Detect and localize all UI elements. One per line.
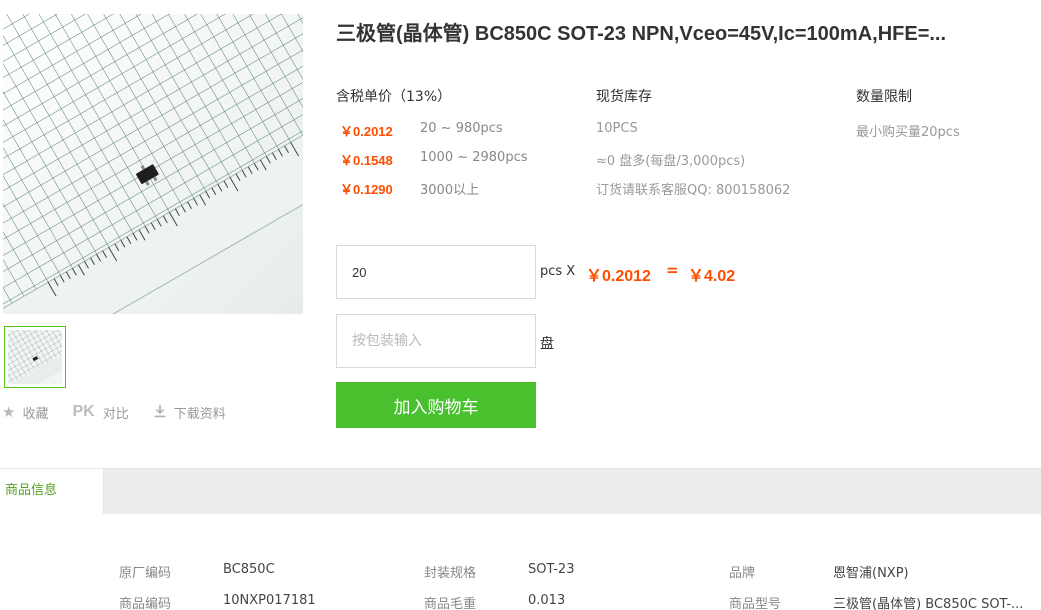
quantity-input[interactable] bbox=[336, 245, 536, 299]
spec-value: SOT-23 bbox=[528, 562, 575, 577]
product-thumbnail[interactable] bbox=[4, 326, 66, 388]
stock-reels: ≈0 盘多(每盘/3,000pcs) bbox=[596, 154, 746, 169]
compare-label: 对比 bbox=[102, 406, 129, 422]
spec-label: 商品型号 bbox=[729, 597, 782, 610]
equals-sign: = bbox=[666, 261, 679, 279]
spec-label: 商品编码 bbox=[119, 597, 172, 610]
star-icon: ★ bbox=[2, 402, 16, 421]
thumbnail-photo bbox=[8, 330, 62, 384]
quantity-unit: pcs X bbox=[540, 264, 576, 279]
tier-price: ￥0.1290 bbox=[340, 182, 393, 197]
spec-label: 原厂编码 bbox=[119, 566, 172, 581]
add-to-cart-button[interactable]: 加入购物车 bbox=[336, 382, 536, 428]
package-input[interactable] bbox=[336, 314, 536, 368]
stock-contact: 订货请联系客服QQ: 800158062 bbox=[596, 183, 791, 198]
unit-price: ￥0.2012 bbox=[586, 268, 651, 285]
download-icon bbox=[153, 404, 167, 421]
total-price: ￥4.02 bbox=[688, 268, 736, 285]
tier-price: ￥0.2012 bbox=[340, 124, 393, 139]
product-photo bbox=[3, 14, 303, 314]
price-header: 含税单价（13%） bbox=[336, 89, 452, 105]
spec-value: 0.013 bbox=[528, 593, 566, 608]
stock-quantity: 10PCS bbox=[596, 121, 638, 136]
download-label: 下载资料 bbox=[173, 406, 226, 422]
pk-icon: PK bbox=[72, 403, 95, 420]
favorite-button[interactable]: ★ 收藏 bbox=[2, 403, 48, 422]
tier-range: 3000以上 bbox=[420, 183, 480, 198]
spec-value: 恩智浦(NXP) bbox=[833, 566, 909, 581]
tier-range: 20 ~ 980pcs bbox=[420, 121, 503, 136]
tier-price: ￥0.1548 bbox=[340, 153, 393, 168]
product-actions: ★ 收藏 PK 对比 下载资料 bbox=[2, 403, 250, 422]
package-unit: 盘 bbox=[540, 336, 554, 352]
spec-value: 三极管(晶体管) BC850C SOT-... bbox=[833, 597, 1024, 610]
product-main-image bbox=[3, 14, 303, 314]
limit-header: 数量限制 bbox=[856, 89, 912, 105]
spec-label: 商品毛重 bbox=[424, 597, 477, 610]
minimum-order: 最小购买量20pcs bbox=[856, 125, 960, 140]
compare-button[interactable]: PK 对比 bbox=[72, 403, 128, 422]
product-title: 三极管(晶体管) BC850C SOT-23 NPN,Vceo=45V,Ic=1… bbox=[336, 23, 947, 45]
spec-value: BC850C bbox=[223, 562, 275, 577]
favorite-label: 收藏 bbox=[22, 406, 49, 422]
detail-tab-bar: 商品信息 bbox=[0, 468, 1041, 514]
spec-label: 封装规格 bbox=[424, 566, 477, 581]
stock-header: 现货库存 bbox=[596, 89, 652, 105]
spec-label: 品牌 bbox=[729, 566, 756, 581]
tab-product-info[interactable]: 商品信息 bbox=[0, 469, 104, 514]
tier-range: 1000 ~ 2980pcs bbox=[420, 150, 528, 165]
download-button[interactable]: 下载资料 bbox=[153, 403, 226, 422]
spec-value: 10NXP017181 bbox=[223, 593, 316, 608]
